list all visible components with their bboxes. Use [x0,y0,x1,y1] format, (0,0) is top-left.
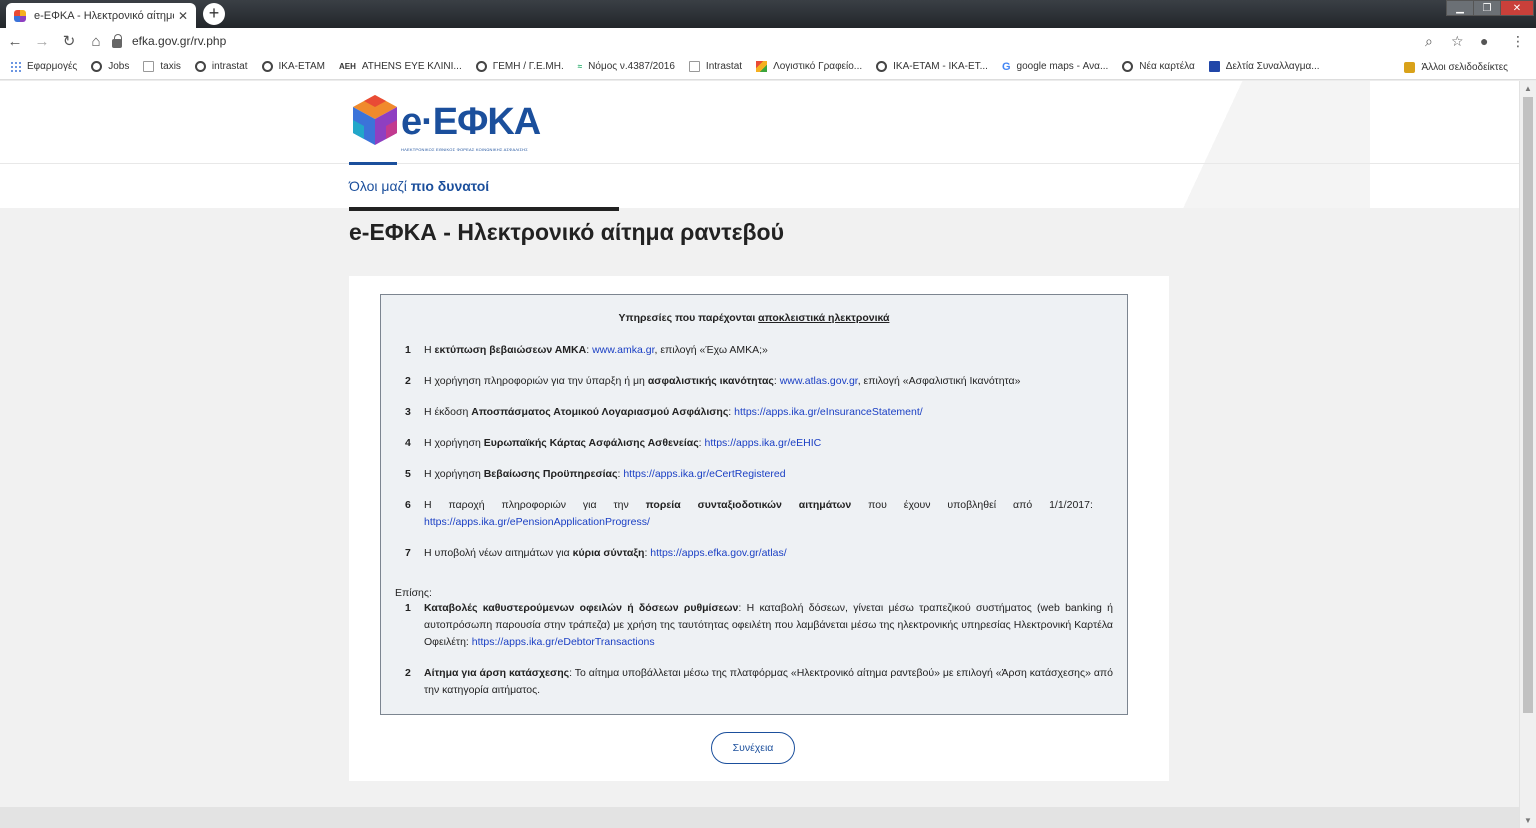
content-card: Υπηρεσίες που παρέχονται αποκλειστικά ηλ… [349,276,1169,781]
globe-icon [876,61,888,72]
ehic-link[interactable]: https://apps.ika.gr/eEHIC [705,437,822,449]
globe-icon [261,61,273,72]
atlas-pension-link[interactable]: https://apps.efka.gov.gr/atlas/ [650,547,786,559]
other-bookmarks[interactable]: Άλλοι σελιδοδείκτες [1404,54,1508,80]
aeh-logo-icon: AEH [338,62,356,71]
browser-toolbar: ← → ↻ ⌂ efka.gov.gr/rv.php ⌕ ☆ ● ⋮ [0,28,1536,54]
close-window-icon[interactable]: ✕ [1500,0,1534,16]
logo-subtitle: ΗΛΕΚΤΡΟΝΙΚΟΣ ΕΘΝΙΚΟΣ ΦΟΡΕΑΣ ΚΟΙΝΩΝΙΚΗΣ Α… [401,147,528,152]
scroll-thumb[interactable] [1523,97,1533,713]
tab-bar: e-ΕΦΚΑ - Ηλεκτρονικό αίτημα ρ ✕ + ▁ ❐ ✕ [0,0,1536,28]
service-item: 1 Η εκτύπωση βεβαιώσεων ΑΜΚΑ: www.amka.g… [405,344,768,356]
bookmark-item[interactable]: Δελτία Συναλλαγμα... [1208,61,1320,72]
bookmark-item[interactable]: ΓΕΜΗ / Γ.Ε.ΜΗ. [475,61,564,72]
bank-icon [1208,61,1220,72]
joomla-icon [756,61,768,72]
apps-grid-icon [10,61,21,72]
pension-progress-link[interactable]: https://apps.ika.gr/ePensionApplicationP… [424,516,650,528]
amka-link[interactable]: www.amka.gr [592,344,654,356]
services-heading: Υπηρεσίες που παρέχονται αποκλειστικά ηλ… [618,312,890,324]
lock-icon [112,33,122,48]
bookmark-item[interactable]: Εφαρμογές [10,61,77,72]
header-decoration [1070,81,1370,208]
close-tab-icon[interactable]: ✕ [178,9,188,23]
services-info-box: Υπηρεσίες που παρέχονται αποκλειστικά ηλ… [380,294,1128,715]
globe-icon [91,61,103,72]
bookmark-item[interactable]: Jobs [91,61,129,72]
google-icon: G [1001,60,1011,73]
also-label: Επίσης: [395,587,432,599]
efka-favicon-icon [14,9,26,22]
service-item: 3 Η έκδοση Αποσπάσματος Ατομικού Λογαρια… [405,406,923,418]
reload-icon[interactable]: ↻ [57,32,81,50]
debtor-transactions-link[interactable]: https://apps.ika.gr/eDebtorTransactions [472,636,655,648]
browser-tab[interactable]: e-ΕΦΚΑ - Ηλεκτρονικό αίτημα ρ ✕ [6,3,196,28]
header-divider [0,163,1519,164]
law-icon: ≈ [577,62,583,71]
bookmark-item[interactable]: AEH ATHENS EYE ΚΛΙΝΙ... [339,61,462,72]
cert-registered-link[interactable]: https://apps.ika.gr/eCertRegistered [623,468,785,480]
url-text: efka.gov.gr/rv.php [132,34,227,48]
document-icon [688,61,700,72]
taxis-icon [143,61,155,72]
service-item: 2 Η χορήγηση πληροφοριών για την ύπαρξη … [405,375,1021,387]
tab-title: e-ΕΦΚΑ - Ηλεκτρονικό αίτημα ρ [34,9,174,22]
page-viewport: e·ΕΦΚΑ ΗΛΕΚΤΡΟΝΙΚΟΣ ΕΘΝΙΚΟΣ ΦΟΡΕΑΣ ΚΟΙΝΩ… [0,81,1519,828]
efka-logo[interactable]: e·ΕΦΚΑ ΗΛΕΚΤΡΟΝΙΚΟΣ ΕΘΝΙΚΟΣ ΦΟΡΕΑΣ ΚΟΙΝΩ… [349,93,549,153]
new-tab-button[interactable]: + [203,3,225,25]
tagline: Όλοι μαζί πιο δυνατοί [349,178,490,194]
efka-hexagon-icon [353,95,397,145]
maximize-window-icon[interactable]: ❐ [1473,0,1501,16]
bookmark-item[interactable]: taxis [143,61,181,72]
bookmark-star-icon[interactable]: ☆ [1451,28,1464,54]
zoom-icon[interactable]: ⌕ [1425,28,1433,54]
bookmark-item[interactable]: ΙΚΑ-ΕΤΑΜ [261,61,325,72]
globe-icon [475,61,487,72]
bookmark-item[interactable]: Λογιστικό Γραφείο... [756,61,862,72]
vertical-scrollbar[interactable]: ▲ ▼ [1519,81,1536,828]
service-item: 4 Η χορήγηση Ευρωπαϊκής Κάρτας Ασφάλισης… [405,437,822,449]
continue-button[interactable]: Συνέχεια [711,732,795,764]
globe-icon [1122,61,1134,72]
header-right-panel [1374,81,1519,130]
bookmark-item[interactable]: ΙΚΑ-ΕΤΑΜ - ΙΚΑ-ΕΤ... [876,61,988,72]
logo-text: e·ΕΦΚΑ [401,101,541,143]
profile-avatar-icon[interactable]: ● [1480,28,1488,54]
address-bar[interactable]: efka.gov.gr/rv.php [108,29,1478,53]
scroll-down-icon[interactable]: ▼ [1524,816,1532,825]
scroll-up-icon[interactable]: ▲ [1524,84,1532,93]
back-arrow-icon[interactable]: ← [3,33,27,50]
page-title: e-ΕΦΚΑ - Ηλεκτρονικό αίτημα ραντεβού [349,219,784,245]
page-footer [0,807,1519,828]
title-rule [349,207,619,211]
bookmark-item[interactable]: Intrastat [688,61,742,72]
bookmarks-bar: Εφαρμογές Jobs taxis intrastat ΙΚΑ-ΕΤΑΜ … [0,54,1536,80]
service-item: 7 Η υποβολή νέων αιτημάτων για κύρια σύν… [405,547,787,559]
service-item: 5 Η χορήγηση Βεβαίωσης Προϋπηρεσίας: htt… [405,468,786,480]
also-item: 2 Αίτημα για άρση κατάσχεσης: Το αίτημα … [405,667,1113,696]
globe-icon [194,61,206,72]
atlas-link[interactable]: www.atlas.gov.gr [780,375,858,387]
folder-icon [1404,61,1416,73]
home-icon[interactable]: ⌂ [84,33,108,50]
bookmark-item[interactable]: intrastat [194,61,248,72]
also-item: 1 Καταβολές καθυστερούμενων οφειλών ή δό… [405,602,1113,648]
bookmark-item[interactable]: Νέα καρτέλα [1122,61,1195,72]
forward-arrow-icon[interactable]: → [30,33,54,50]
tagline-accent [349,162,397,165]
menu-dots-icon[interactable]: ⋮ [1511,28,1525,54]
service-item: 6 Η παροχή πληροφοριών για την πορεία συ… [405,499,1093,528]
minimize-window-icon[interactable]: ▁ [1446,0,1474,16]
bookmark-item[interactable]: Ggoogle maps - Ανα... [1002,61,1108,73]
bookmark-item[interactable]: ≈ Νόμος ν.4387/2016 [578,61,675,72]
insurance-statement-link[interactable]: https://apps.ika.gr/eInsuranceStatement/ [734,406,923,418]
